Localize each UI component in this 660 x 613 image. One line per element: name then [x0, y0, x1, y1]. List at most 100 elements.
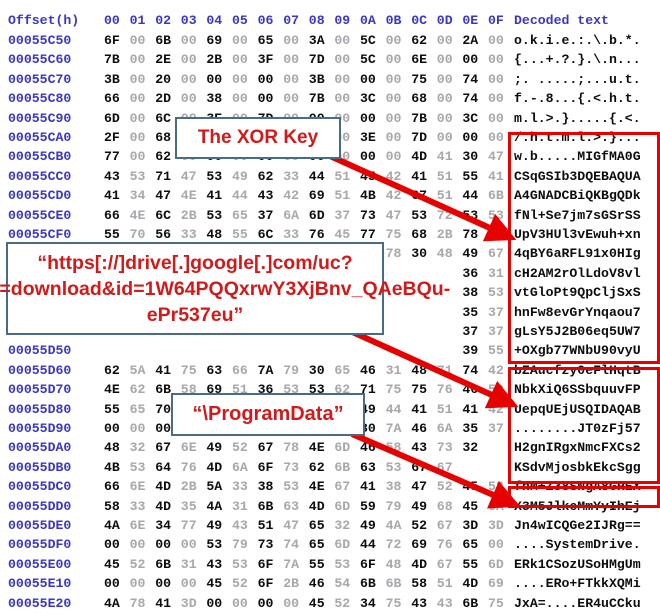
- byte-column-header: 0A: [360, 13, 376, 28]
- hex-byte: 00: [385, 91, 402, 107]
- hex-byte: 4E: [180, 188, 197, 204]
- hex-byte: 30: [462, 149, 479, 165]
- hex-row-decoded-text: f.-.8...{.<.h.t.: [514, 91, 641, 107]
- hex-byte: 00: [488, 91, 504, 107]
- hex-byte: 31: [232, 498, 248, 514]
- byte-column-header: 0F: [488, 13, 504, 28]
- hex-byte: 48: [104, 440, 120, 456]
- hex-byte: 74: [462, 71, 479, 87]
- hex-byte: 00: [104, 537, 120, 553]
- hex-byte: 53: [206, 207, 223, 223]
- hex-byte: 00: [180, 537, 197, 553]
- hex-row: 00055DF0 00 00 00 00 53 79 73 74 65 6D 44 72 69 76 65 00…: [0, 535, 660, 554]
- hex-byte: 50: [488, 382, 504, 398]
- hex-byte: 77: [180, 518, 197, 533]
- hex-byte: 47: [411, 479, 428, 495]
- hex-byte: 00: [334, 91, 351, 107]
- hex-byte: 2A: [462, 33, 479, 48]
- highlight-box-encoded-string: [508, 486, 660, 508]
- hex-byte: 54: [334, 576, 351, 592]
- hex-byte: 55: [104, 401, 120, 417]
- hex-byte: 53: [232, 556, 248, 572]
- hex-byte: 62: [308, 459, 325, 475]
- hex-row-offset: 00055C70: [8, 71, 72, 87]
- hex-byte: 52: [232, 440, 248, 456]
- hex-row: 00055C80 66 00 2D 00 38 00 00 00 7B 00 3C 00 68 00 74 00…: [0, 89, 660, 108]
- hex-byte: 20: [155, 71, 172, 87]
- hex-byte: 49: [462, 246, 479, 262]
- hex-byte: 45: [462, 479, 479, 495]
- hex-byte: 75: [180, 362, 197, 378]
- hex-byte: 31: [180, 556, 197, 572]
- hex-byte: 00: [436, 33, 453, 48]
- hex-byte: 00: [334, 33, 351, 48]
- hex-byte: 00: [488, 52, 504, 68]
- hex-byte: 00: [180, 71, 197, 87]
- hex-byte: 00: [385, 110, 402, 126]
- hex-row-decoded-text: ;. .....;...u.t.: [514, 71, 641, 87]
- hex-byte: 77: [104, 149, 120, 165]
- hex-byte: 3E: [360, 130, 376, 145]
- hex-byte: 00: [283, 91, 300, 107]
- hex-byte: 4A: [104, 518, 120, 533]
- hex-byte: 6B: [257, 498, 274, 514]
- hex-byte: 6F: [257, 576, 274, 592]
- hex-byte: 00: [257, 91, 274, 107]
- hex-byte: 6B: [462, 595, 479, 611]
- hex-byte: 69: [308, 188, 325, 204]
- hex-byte: 00: [155, 576, 172, 592]
- hex-byte: 49: [206, 518, 223, 533]
- hex-byte: 6D: [334, 498, 351, 514]
- hex-byte: 71: [155, 168, 172, 184]
- hex-byte: 00: [232, 71, 248, 87]
- hex-byte: 6A: [488, 498, 504, 514]
- hex-byte: 67: [411, 459, 428, 475]
- hex-byte: 4E: [308, 479, 325, 495]
- hex-byte: 00: [180, 52, 197, 68]
- hex-byte: 00: [206, 595, 223, 611]
- hex-byte: 44: [385, 401, 402, 417]
- hex-byte: 58: [411, 576, 428, 592]
- hex-byte: 53: [206, 537, 223, 553]
- hex-byte: 30: [308, 362, 325, 378]
- hex-byte: 41: [411, 401, 428, 417]
- hex-row-offset: 00055D90: [8, 421, 72, 436]
- hex-byte: 46: [411, 421, 428, 436]
- hex-byte: 44: [232, 188, 248, 204]
- hex-byte: 51: [257, 518, 274, 533]
- hex-byte: 6B: [360, 576, 376, 592]
- hex-byte: 53: [385, 459, 402, 475]
- hex-row-offset: 00055DF0: [8, 537, 72, 553]
- hex-byte: 41: [155, 362, 172, 378]
- hex-byte: 67: [488, 246, 504, 262]
- hex-row-offset: 00055CA0: [8, 130, 72, 145]
- hex-byte: 37: [462, 324, 479, 339]
- hex-byte: 65: [334, 362, 351, 378]
- hex-byte: 38: [385, 479, 402, 495]
- hex-byte: 00: [129, 421, 146, 436]
- hex-byte: 2B: [206, 52, 223, 68]
- hex-row: 00055E00 45 52 6B 31 43 53 6F 7A 55 53 6F 48 4D 67 55 6D…: [0, 555, 660, 574]
- hex-byte: 69: [488, 576, 504, 592]
- hex-byte: 51: [334, 168, 351, 184]
- hex-row-offset: 00055CD0: [8, 188, 72, 204]
- hex-byte: 00: [385, 149, 402, 165]
- hex-byte: 79: [232, 537, 248, 553]
- hex-byte: 2E: [155, 52, 172, 68]
- byte-column-header: 08: [308, 13, 325, 28]
- hex-byte: 55: [488, 343, 504, 359]
- hex-byte: 7A: [385, 421, 402, 436]
- hex-byte: 3D: [488, 518, 504, 533]
- hex-byte: 3C: [360, 91, 376, 107]
- hex-byte: 42: [488, 362, 504, 378]
- hex-byte: 39: [462, 343, 479, 359]
- hex-byte: 3B: [104, 71, 120, 87]
- hex-byte: 55: [308, 556, 325, 572]
- hex-byte: 45: [308, 595, 325, 611]
- hex-byte: 64: [155, 459, 172, 475]
- hex-byte: 44: [308, 168, 325, 184]
- hex-byte: 6C: [155, 207, 172, 223]
- hex-row-decoded-text: {...+.?.}.\.n...: [514, 52, 641, 68]
- hex-byte: 43: [257, 188, 274, 204]
- hex-byte: 4B: [104, 459, 120, 475]
